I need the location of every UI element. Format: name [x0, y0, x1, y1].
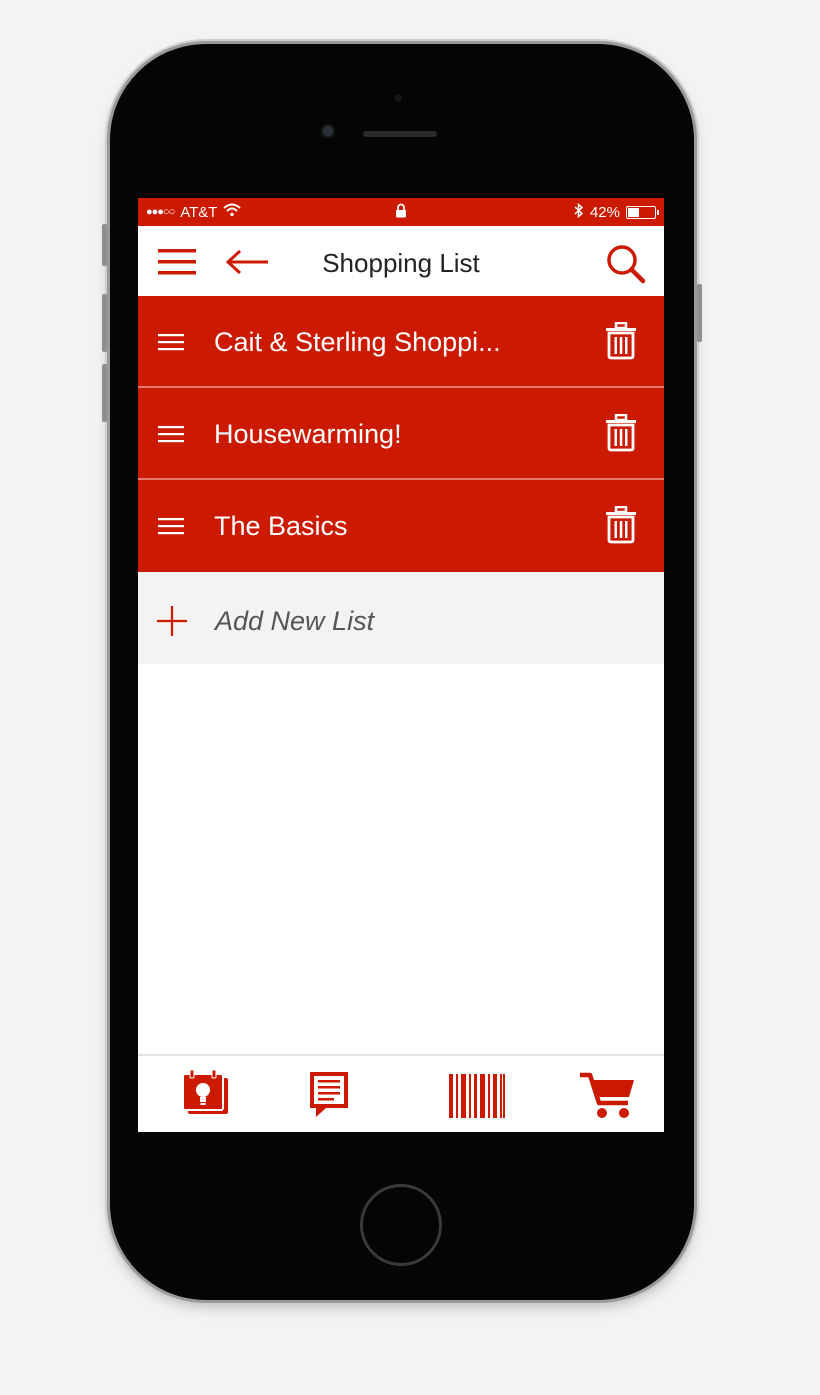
page-title: Shopping List [322, 248, 480, 278]
app-screen: ●●●○○ AT&T 42% Shopping List Cait & Ster… [138, 198, 664, 1132]
battery-icon [626, 205, 659, 219]
status-bar: ●●●○○ AT&T 42% [138, 198, 664, 226]
search-icon [607, 245, 646, 284]
home-button[interactable] [360, 1184, 442, 1266]
list-item[interactable]: The Basics [138, 480, 664, 572]
volume-up-button [102, 294, 107, 352]
status-left: ●●●○○ AT&T [146, 203, 242, 221]
weekly-ad-icon[interactable] [182, 1069, 230, 1121]
battery-percent: 42% [589, 203, 620, 221]
delete-icon[interactable] [604, 505, 638, 549]
list-icon[interactable] [308, 1070, 350, 1123]
barcode-icon[interactable] [449, 1074, 505, 1123]
earpiece-speaker [363, 131, 437, 137]
list-name: Cait & Sterling Shoppi... [214, 327, 501, 357]
shopping-lists: Cait & Sterling Shoppi... Housewarming! … [138, 296, 664, 572]
drag-handle-icon[interactable] [158, 516, 184, 541]
front-camera [321, 124, 335, 138]
list-item[interactable]: Cait & Sterling Shoppi... [138, 296, 664, 388]
list-name: The Basics [214, 511, 348, 541]
mute-switch [102, 224, 107, 266]
list-name: Housewarming! [214, 419, 402, 449]
delete-icon[interactable] [604, 413, 638, 457]
drag-handle-icon[interactable] [158, 332, 184, 357]
status-right: 42% [574, 202, 659, 222]
battery-fill [628, 207, 639, 217]
bottom-tab-bar [138, 1054, 664, 1132]
drag-handle-icon[interactable] [158, 424, 184, 449]
wifi-icon [223, 203, 242, 221]
search-button[interactable] [604, 242, 648, 286]
power-button [697, 284, 702, 342]
lock-icon [395, 203, 407, 222]
navigation-bar: Shopping List [138, 226, 664, 296]
add-new-list-button[interactable]: Add New List [138, 572, 664, 664]
volume-down-button [102, 364, 107, 422]
carrier-label: AT&T [180, 203, 218, 221]
proximity-sensor [394, 94, 402, 102]
add-new-list-label: Add New List [215, 606, 375, 636]
plus-icon [156, 605, 188, 642]
cart-icon[interactable] [580, 1072, 636, 1125]
signal-strength-icon: ●●●○○ [146, 206, 175, 218]
delete-icon[interactable] [604, 321, 638, 365]
list-item[interactable]: Housewarming! [138, 388, 664, 480]
bluetooth-icon [574, 202, 584, 222]
